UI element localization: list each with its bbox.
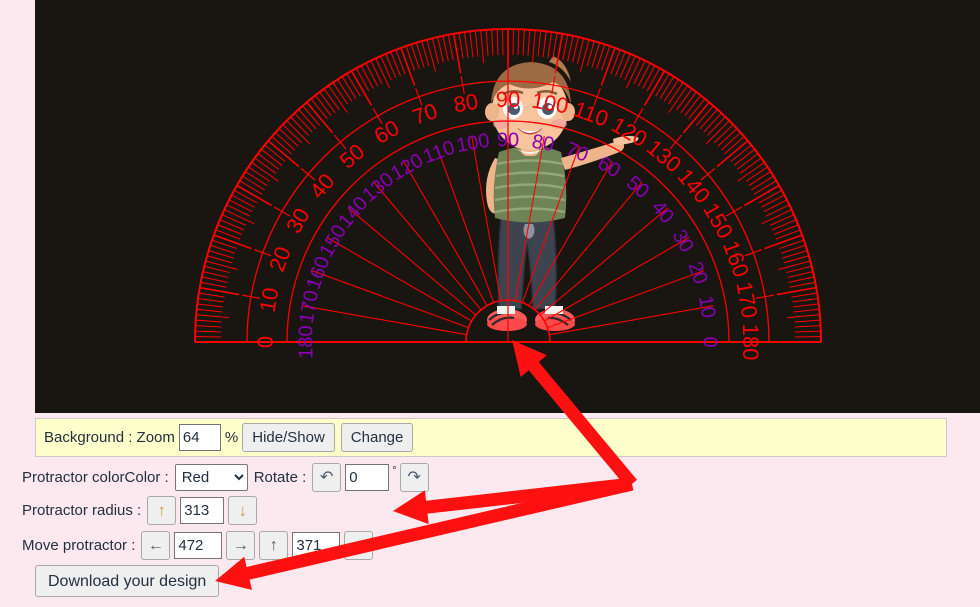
protractor-overlay: 010203040506070 80 90 100 110120130140150160…: [194, 28, 822, 361]
protractor-tick-label: 160: [718, 237, 754, 280]
percent-label: %: [224, 429, 239, 446]
radius-decrease-icon[interactable]: ↓: [228, 496, 258, 525]
rotate-counterclockwise-icon[interactable]: ↶: [312, 463, 342, 492]
rotate-label: Rotate :: [253, 469, 307, 486]
background-zoom-input[interactable]: [178, 424, 221, 451]
protractor-radius-row: Protractor radius : ↑ ↓: [22, 496, 258, 525]
radius-increase-icon[interactable]: ↑: [147, 496, 177, 525]
protractor-tick-label: 70: [409, 98, 441, 130]
protractor-tick-label: 10: [255, 286, 284, 314]
protractor-color-select[interactable]: RedBlueGreenBlackPurpleOrange: [174, 464, 248, 491]
radius-value-input[interactable]: [180, 497, 225, 524]
protractor-radius-label: Protractor radius :: [22, 502, 142, 519]
protractor-tick-label: 100: [455, 130, 492, 157]
download-row: Download your design: [35, 565, 220, 597]
move-up-icon[interactable]: ↑: [259, 531, 289, 560]
protractor-tick-label: 100: [530, 88, 571, 119]
protractor-tick-label: 90: [497, 129, 519, 151]
protractor-tick-label: 40: [647, 197, 678, 228]
protractor-tick-label: 50: [622, 172, 653, 203]
protractor-tick-label: 110: [420, 137, 457, 169]
protractor-color-row: Protractor colorColor : RedBlueGreenBlac…: [22, 463, 429, 492]
move-y-input[interactable]: [292, 532, 341, 559]
protractor-tick-label: 20: [683, 259, 711, 287]
protractor-tick-label: 60: [594, 152, 624, 182]
protractor-tick-label: 50: [335, 139, 370, 174]
protractor-tick-label: 20: [264, 243, 296, 275]
protractor-tick-label: 80: [530, 131, 556, 157]
protractor-tick-label: 0: [253, 336, 278, 348]
protractor-tick-label: 70: [563, 138, 591, 166]
arrow-to-radius-field: [393, 477, 633, 525]
protractor-tick-label: 60: [370, 115, 404, 149]
protractor-tick-label: 80: [452, 89, 480, 118]
protractor-tick-label: 30: [668, 226, 698, 256]
move-x-input[interactable]: [174, 532, 223, 559]
background-toolbar: Background : Zoom % Hide/Show Change: [35, 418, 947, 457]
move-down-icon[interactable]: ↓: [344, 531, 374, 560]
protractor-tick-label: 30: [281, 204, 315, 238]
hide-show-button[interactable]: Hide/Show: [242, 423, 335, 452]
download-your-design-button[interactable]: Download your design: [35, 565, 220, 597]
protractor-tick-label: 180: [738, 324, 763, 361]
protractor-tick-label: 170: [732, 280, 763, 321]
protractor-tick-label: 40: [305, 169, 340, 204]
move-right-icon[interactable]: →: [226, 531, 256, 560]
protractor-canvas[interactable]: 0 10 20 30 40 50 60 70 80 90 100 110 120 130 140 150 160…: [35, 0, 980, 413]
protractor-tick-label: 0: [699, 336, 721, 347]
protractor-tick-label: 90: [496, 87, 520, 112]
move-protractor-row: Move protractor : ← → ↑ ↓: [22, 531, 374, 560]
protractor-tick-label: 170: [296, 289, 323, 326]
protractor-tick-label: 10: [694, 294, 720, 320]
app-root: 0 10 20 30 40 50 60 70 80 90 100 110 120 130 140 150 160…: [0, 0, 980, 607]
protractor-tick-label: 150: [698, 199, 738, 243]
move-left-icon[interactable]: ←: [141, 531, 171, 560]
rotate-value-input[interactable]: [345, 464, 390, 491]
change-background-button[interactable]: Change: [340, 423, 414, 452]
protractor-tick-label: 110: [570, 96, 612, 131]
background-zoom-label: Background : Zoom: [44, 429, 175, 446]
protractor-tick-label: 180: [295, 325, 317, 358]
rotate-clockwise-icon[interactable]: ↷: [399, 463, 429, 492]
degree-symbol: °: [392, 465, 397, 477]
move-protractor-label: Move protractor :: [22, 537, 136, 554]
protractor-tick-label: 120: [607, 112, 651, 152]
protractor-color-label: Protractor colorColor :: [22, 469, 169, 486]
